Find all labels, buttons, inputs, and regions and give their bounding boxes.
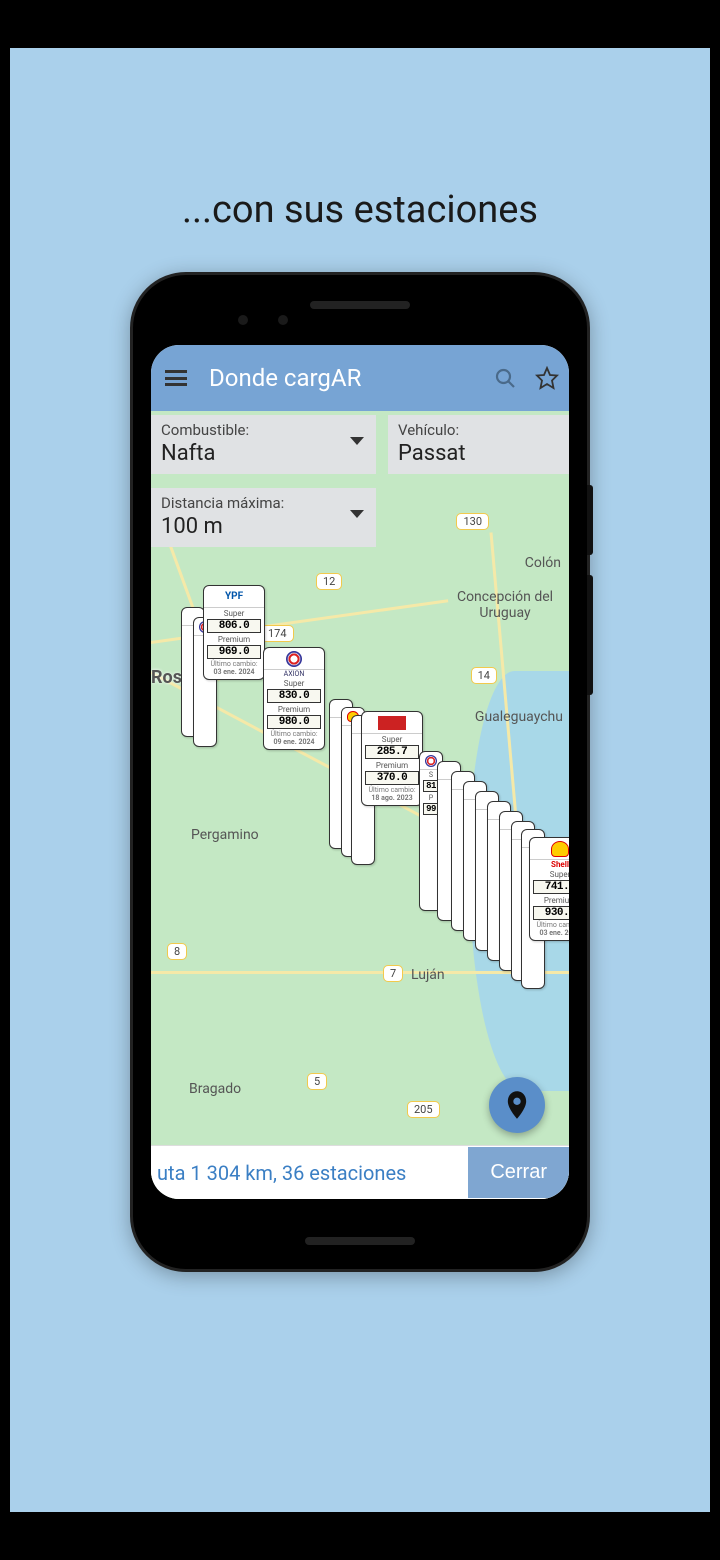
- vehicle-value: Passat: [398, 441, 559, 466]
- device-side-button: [587, 575, 593, 695]
- price-label: Premium: [362, 760, 422, 770]
- brand-ypf: YPF: [204, 586, 264, 608]
- price-meta: Último cambio: 03 ene. 2024: [530, 921, 569, 940]
- device-camera: [278, 315, 288, 325]
- price-value: 969.0: [207, 645, 261, 659]
- chevron-down-icon: [350, 510, 364, 518]
- location-pin-icon: [506, 1091, 528, 1119]
- route-shield: 7: [383, 965, 403, 982]
- device-home-indicator: [305, 1237, 415, 1245]
- close-button[interactable]: Cerrar: [468, 1147, 569, 1198]
- app-bar: Donde cargAR: [151, 345, 569, 411]
- vehicle-selector[interactable]: Vehículo: Passat: [388, 415, 569, 474]
- app-title: Donde cargAR: [209, 364, 477, 392]
- filter-panel: Combustible: Nafta Vehículo: Passat Dist…: [151, 411, 569, 551]
- device-camera: [238, 315, 248, 325]
- device-side-button: [587, 485, 593, 555]
- brand-puma: [362, 712, 422, 734]
- route-shield: 12: [316, 573, 342, 590]
- bottom-bar: uta 1 304 km, 36 estaciones Cerrar: [151, 1145, 569, 1199]
- station-card-shell[interactable]: Shell Super 741.0 Premium 930.0 Último c…: [529, 837, 569, 941]
- price-meta: Último cambio: 03 ene. 2024: [204, 660, 264, 679]
- route-shield: 14: [471, 667, 497, 684]
- brand-shell: [530, 838, 569, 860]
- distance-dropdown[interactable]: Distancia máxima: 100 m: [151, 488, 376, 547]
- fuel-label: Combustible:: [161, 421, 366, 439]
- price-value: 980.0: [267, 715, 321, 729]
- city-label: Gualeguaychu: [475, 709, 563, 725]
- distance-value: 100 m: [161, 514, 366, 539]
- star-icon[interactable]: [533, 364, 561, 392]
- price-value: 930.0: [533, 906, 569, 920]
- city-label: Luján: [411, 967, 445, 983]
- price-label: Premium: [204, 634, 264, 644]
- my-location-button[interactable]: [489, 1077, 545, 1133]
- distance-label: Distancia máxima:: [161, 494, 366, 512]
- fuel-dropdown[interactable]: Combustible: Nafta: [151, 415, 376, 474]
- price-label: Super: [204, 608, 264, 618]
- vehicle-label: Vehículo:: [398, 421, 559, 439]
- city-label: Ros: [151, 667, 182, 688]
- brand-axion: [264, 648, 324, 670]
- city-label: Bragado: [189, 1081, 241, 1097]
- price-label: Premium: [264, 704, 324, 714]
- promo-title: ...con sus estaciones: [10, 188, 710, 232]
- city-label: Colón: [525, 555, 561, 571]
- price-value: 370.0: [365, 771, 419, 785]
- station-card-puma[interactable]: Super 285.7 Premium 370.0 Último cambio:…: [361, 711, 423, 806]
- chevron-down-icon: [350, 437, 364, 445]
- route-shield: 5: [307, 1073, 327, 1090]
- price-meta: Último cambio: 09 ene. 2024: [264, 730, 324, 749]
- price-value: 830.0: [267, 689, 321, 703]
- city-label: Concepción del Uruguay: [455, 589, 555, 621]
- price-label: Super: [530, 869, 569, 879]
- route-shield: 205: [407, 1101, 440, 1118]
- route-summary: uta 1 304 km, 36 estaciones: [151, 1161, 468, 1185]
- menu-icon[interactable]: [165, 370, 187, 386]
- route-shield: 8: [167, 943, 187, 960]
- device-frame: Donde cargAR Ros Colón Conce: [130, 272, 590, 1272]
- price-label: Super: [362, 734, 422, 744]
- price-label: Super: [264, 678, 324, 688]
- station-card-ypf[interactable]: YPF Super 806.0 Premium 969.0 Último cam…: [203, 585, 265, 680]
- price-value: 806.0: [207, 619, 261, 633]
- station-card-axion[interactable]: AXION Super 830.0 Premium 980.0 Último c…: [263, 647, 325, 750]
- price-value: 285.7: [365, 745, 419, 759]
- price-label: Premium: [530, 895, 569, 905]
- price-value: 741.0: [533, 880, 569, 894]
- app-screen: Donde cargAR Ros Colón Conce: [151, 345, 569, 1199]
- city-label: Pergamino: [191, 827, 259, 843]
- device-speaker: [310, 301, 410, 309]
- fuel-value: Nafta: [161, 441, 366, 466]
- price-meta: Último cambio: 18 ago. 2023: [362, 786, 422, 805]
- search-icon[interactable]: [491, 364, 519, 392]
- route-shield: 174: [261, 625, 294, 642]
